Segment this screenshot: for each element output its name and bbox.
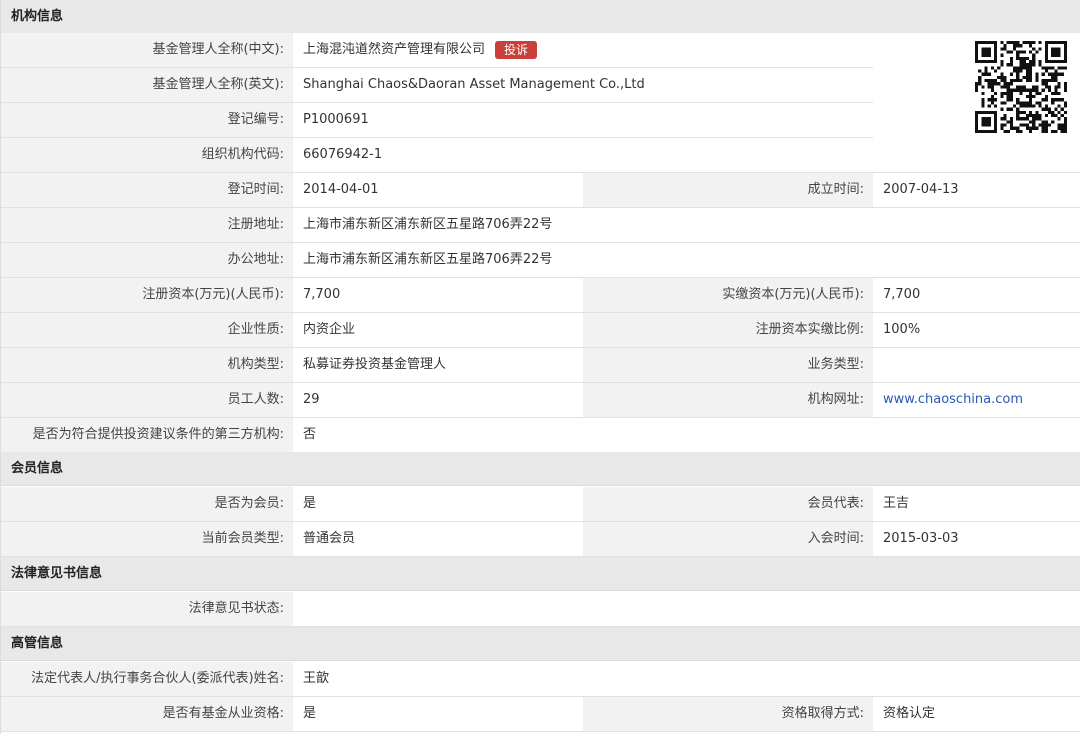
reg-date-value: 2014-04-01 (293, 173, 583, 207)
row-staff: 员工人数: 29 机构网址: www.chaoschina.com (1, 383, 1080, 418)
member-type-value: 普通会员 (293, 522, 583, 556)
name-cn-label: 基金管理人全称(中文): (1, 33, 293, 67)
staff-value: 29 (293, 383, 583, 417)
legal-rep-label: 法定代表人/执行事务合伙人(委派代表)姓名: (1, 662, 293, 696)
section-header-member: 会员信息 (1, 452, 1080, 486)
paid-ratio-value: 100% (873, 313, 1080, 347)
row-legal-status: 法律意见书状态: (1, 592, 1080, 627)
paid-capital-value: 7,700 (873, 278, 1080, 312)
qualified-label: 是否有基金从业资格: (1, 697, 293, 731)
office-addr-value: 上海市浦东新区浦东新区五星路706弄22号 (293, 243, 1080, 277)
paid-capital-label: 实缴资本(万元)(人民币): (583, 278, 873, 312)
section-header-exec: 高管信息 (1, 627, 1080, 661)
row-member-type: 当前会员类型: 普通会员 入会时间: 2015-03-03 (1, 522, 1080, 557)
qual-method-value: 资格认定 (873, 697, 1080, 731)
type-label: 机构类型: (1, 348, 293, 382)
legal-rep-value: 王歆 (293, 662, 1080, 696)
row-dates: 登记时间: 2014-04-01 成立时间: 2007-04-13 (1, 173, 1080, 208)
org-code-value: 66076942-1 (293, 138, 1080, 172)
row-nature: 企业性质: 内资企业 注册资本实缴比例: 100% (1, 313, 1080, 348)
biz-type-label: 业务类型: (583, 348, 873, 382)
qual-method-label: 资格取得方式: (583, 697, 873, 731)
qualified-value: 是 (293, 697, 583, 731)
row-legal-rep: 法定代表人/执行事务合伙人(委派代表)姓名: 王歆 (1, 662, 1080, 697)
legal-status-value (293, 592, 1080, 626)
is-member-value: 是 (293, 487, 583, 521)
website-cell: www.chaoschina.com (873, 383, 1080, 417)
biz-type-value (873, 348, 1080, 382)
third-party-value: 否 (293, 418, 1080, 452)
found-date-value: 2007-04-13 (873, 173, 1080, 207)
section-header-org: 机构信息 (1, 0, 1080, 34)
member-type-label: 当前会员类型: (1, 522, 293, 556)
name-cn-value: 上海混沌道然资产管理有限公司 (303, 42, 486, 57)
fund-manager-info-page: 机构信息 基金管理人全称(中文): 上海混沌道然资产管理有限公司 投诉 基金管理人… (0, 0, 1080, 734)
reg-addr-label: 注册地址: (1, 208, 293, 242)
website-link[interactable]: www.chaoschina.com (883, 392, 1023, 407)
row-qualification: 是否有基金从业资格: 是 资格取得方式: 资格认定 (1, 697, 1080, 732)
name-en-value: Shanghai Chaos&Daoran Asset Management C… (293, 68, 873, 102)
office-addr-label: 办公地址: (1, 243, 293, 277)
staff-label: 员工人数: (1, 383, 293, 417)
third-party-label: 是否为符合提供投资建议条件的第三方机构: (1, 418, 293, 452)
member-rep-value: 王吉 (873, 487, 1080, 521)
row-office-addr: 办公地址: 上海市浦东新区浦东新区五星路706弄22号 (1, 243, 1080, 278)
paid-ratio-label: 注册资本实缴比例: (583, 313, 873, 347)
row-capital: 注册资本(万元)(人民币): 7,700 实缴资本(万元)(人民币): 7,70… (1, 278, 1080, 313)
row-third-party: 是否为符合提供投资建议条件的第三方机构: 否 (1, 418, 1080, 453)
reg-capital-label: 注册资本(万元)(人民币): (1, 278, 293, 312)
qr-area (873, 33, 1080, 138)
reg-no-label: 登记编号: (1, 103, 293, 137)
website-label: 机构网址: (583, 383, 873, 417)
nature-value: 内资企业 (293, 313, 583, 347)
name-en-label: 基金管理人全称(英文): (1, 68, 293, 102)
complaint-button[interactable]: 投诉 (495, 40, 538, 59)
join-date-value: 2015-03-03 (873, 522, 1080, 556)
qr-code-icon (975, 41, 1067, 133)
org-code-label: 组织机构代码: (1, 138, 293, 172)
name-cn-value-cell: 上海混沌道然资产管理有限公司 投诉 (293, 33, 873, 67)
row-member: 是否为会员: 是 会员代表: 王吉 (1, 487, 1080, 522)
row-type: 机构类型: 私募证券投资基金管理人 业务类型: (1, 348, 1080, 383)
reg-date-label: 登记时间: (1, 173, 293, 207)
row-org-code: 组织机构代码: 66076942-1 (1, 138, 1080, 173)
reg-capital-value: 7,700 (293, 278, 583, 312)
found-date-label: 成立时间: (583, 173, 873, 207)
legal-status-label: 法律意见书状态: (1, 592, 293, 626)
row-reg-addr: 注册地址: 上海市浦东新区浦东新区五星路706弄22号 (1, 208, 1080, 243)
is-member-label: 是否为会员: (1, 487, 293, 521)
type-value: 私募证券投资基金管理人 (293, 348, 583, 382)
section-header-legal: 法律意见书信息 (1, 557, 1080, 591)
reg-addr-value: 上海市浦东新区浦东新区五星路706弄22号 (293, 208, 1080, 242)
join-date-label: 入会时间: (583, 522, 873, 556)
nature-label: 企业性质: (1, 313, 293, 347)
reg-no-value: P1000691 (293, 103, 873, 137)
member-rep-label: 会员代表: (583, 487, 873, 521)
